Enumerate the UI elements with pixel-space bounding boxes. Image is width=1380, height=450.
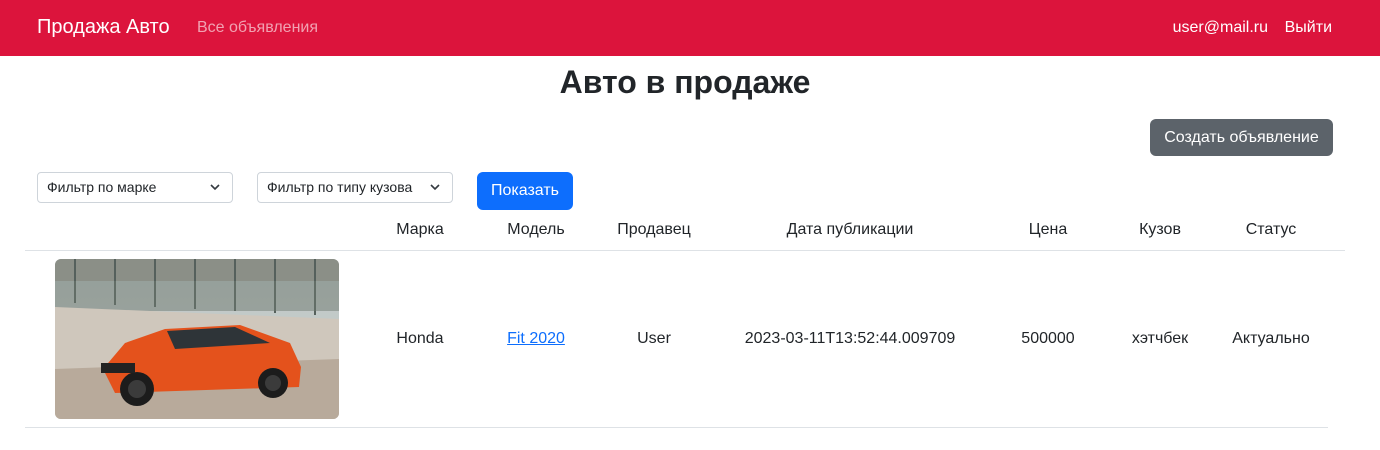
show-button[interactable]: Показать	[477, 172, 573, 210]
nav-all-ads-link[interactable]: Все объявления	[197, 19, 318, 37]
header-seller: Продавец	[617, 221, 691, 238]
navbar: Продажа Авто Все объявления user@mail.ru…	[0, 0, 1380, 56]
table-row-divider	[25, 427, 1328, 428]
nav-user-email[interactable]: user@mail.ru	[1173, 19, 1268, 37]
brand-filter-label: Фильтр по марке	[47, 179, 157, 195]
cell-model: Fit 2020	[490, 330, 582, 348]
chevron-down-icon	[210, 184, 220, 191]
cell-seller: User	[637, 330, 671, 347]
brand-filter-select[interactable]: Фильтр по марке	[37, 172, 233, 203]
chevron-down-icon	[430, 184, 440, 191]
cell-price: 500000	[1021, 330, 1075, 347]
header-model: Модель	[507, 221, 565, 238]
table-header-divider	[25, 250, 1345, 251]
header-status: Статус	[1245, 221, 1297, 238]
cell-status: Актуально	[1232, 330, 1310, 347]
cell-date: 2023-03-11T13:52:44.009709	[744, 330, 956, 347]
header-price: Цена	[1028, 221, 1068, 238]
header-brand: Марка	[396, 221, 444, 238]
nav-logout-link[interactable]: Выйти	[1285, 19, 1332, 37]
model-link[interactable]: Fit 2020	[507, 330, 565, 347]
body-type-filter-label: Фильтр по типу кузова	[267, 179, 413, 195]
cell-body: хэтчбек	[1131, 330, 1189, 347]
cell-brand: Honda	[396, 330, 444, 347]
page-title: Авто в продаже	[559, 64, 811, 100]
header-body: Кузов	[1139, 221, 1181, 238]
car-photo	[55, 259, 339, 419]
body-type-filter-select[interactable]: Фильтр по типу кузова	[257, 172, 453, 203]
brand-link[interactable]: Продажа Авто	[37, 16, 170, 39]
header-date: Дата публикации	[786, 221, 914, 238]
create-ad-button[interactable]: Создать объявление	[1150, 119, 1333, 156]
